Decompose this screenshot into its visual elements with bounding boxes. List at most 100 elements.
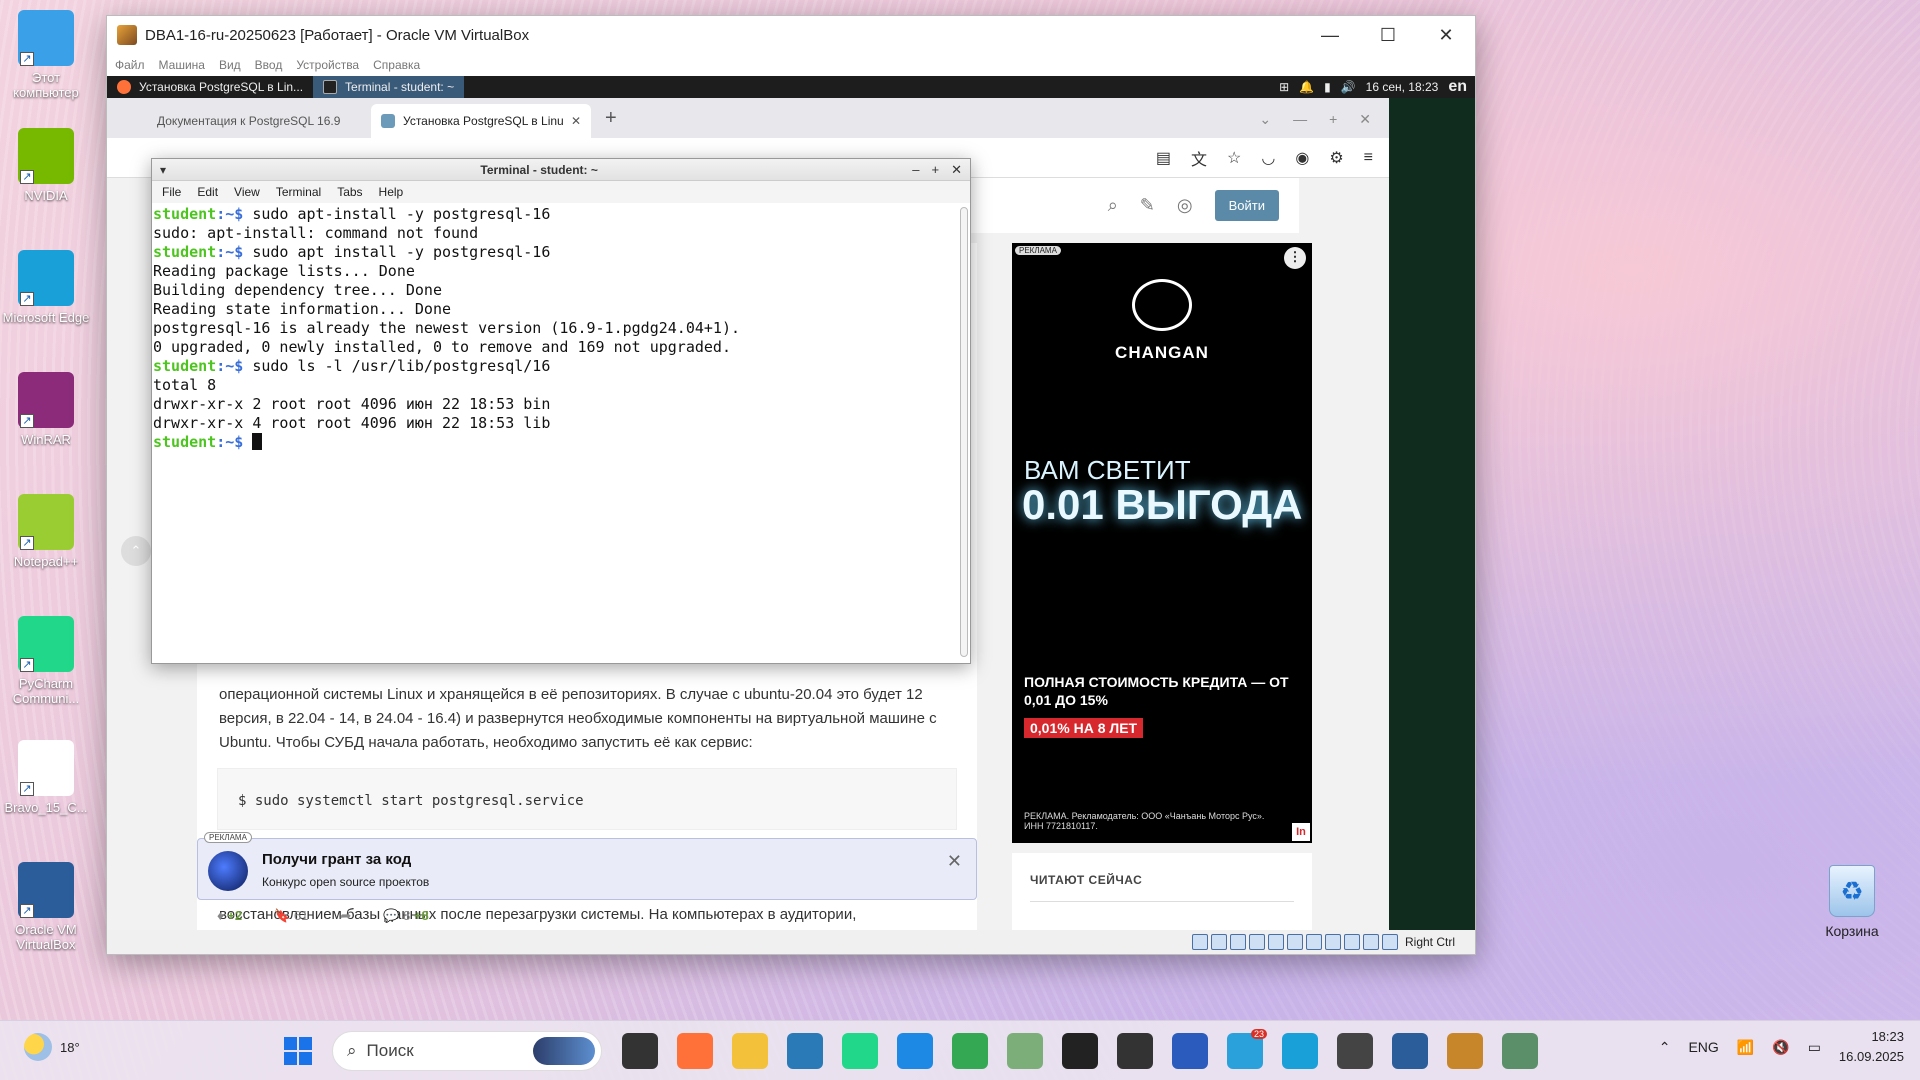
- desktop-icon[interactable]: ↗ Bravo_15_C...: [0, 740, 92, 815]
- vbox-menu-view[interactable]: Вид: [219, 58, 241, 72]
- guest-task-terminal[interactable]: Terminal - student: ~: [313, 76, 465, 98]
- notification-icon[interactable]: 🔔: [1299, 80, 1314, 94]
- translate-icon[interactable]: 文: [1191, 146, 1207, 170]
- task-view-icon[interactable]: [622, 1033, 658, 1069]
- network-adapter-icon[interactable]: [1248, 934, 1265, 950]
- vbox-menu-devices[interactable]: Устройства: [296, 58, 359, 72]
- cmd-icon[interactable]: [1117, 1033, 1153, 1069]
- chrome-icon[interactable]: [952, 1033, 988, 1069]
- firefox-icon[interactable]: [677, 1033, 713, 1069]
- terminal-close-icon[interactable]: ✕: [951, 162, 962, 178]
- comments-counter[interactable]: 💬 8 +8: [383, 908, 429, 924]
- optical-icon[interactable]: [1210, 934, 1227, 950]
- terminal-menu-help[interactable]: Help: [379, 185, 404, 199]
- ff-minimize-icon[interactable]: —: [1293, 111, 1307, 128]
- battery-icon[interactable]: ▭: [1808, 1039, 1821, 1056]
- file-explorer-icon[interactable]: [732, 1033, 768, 1069]
- settings-icon[interactable]: ◎: [1177, 195, 1193, 216]
- tab-postgres-install[interactable]: Установка PostgreSQL в Linu ✕: [371, 104, 591, 138]
- terminal-menu-view[interactable]: View: [234, 185, 260, 199]
- ad-banner[interactable]: РЕКЛАМА Получи грант за код Конкурс open…: [197, 832, 977, 900]
- network-icon[interactable]: ⊞: [1279, 80, 1289, 94]
- start-button[interactable]: [284, 1037, 312, 1065]
- app-icon[interactable]: [1007, 1033, 1043, 1069]
- vbox-menu-help[interactable]: Справка: [373, 58, 420, 72]
- terminal-minimize-icon[interactable]: –: [912, 162, 919, 178]
- new-tab-button[interactable]: +: [595, 107, 627, 138]
- vscode-icon[interactable]: [897, 1033, 933, 1069]
- mouse-integration-icon[interactable]: [1362, 934, 1379, 950]
- powershell-icon[interactable]: [1172, 1033, 1208, 1069]
- app3-icon[interactable]: [1502, 1033, 1538, 1069]
- tab-postgres-docs[interactable]: Документация к PostgreSQL 16.9: [147, 104, 367, 138]
- guest-keyboard-layout[interactable]: en: [1448, 78, 1467, 96]
- terminal-icon[interactable]: [1062, 1033, 1098, 1069]
- usb-icon[interactable]: [1267, 934, 1284, 950]
- virtualbox-icon[interactable]: [1392, 1033, 1428, 1069]
- desktop-icon[interactable]: ↗ Этот компьютер: [0, 10, 92, 100]
- desktop-icon[interactable]: ↗ Oracle VM VirtualBox: [0, 862, 92, 952]
- display-icon[interactable]: [1305, 934, 1322, 950]
- vbox-titlebar[interactable]: DBA1-16-ru-20250623 [Работает] - Oracle …: [107, 16, 1475, 54]
- ff-maximize-icon[interactable]: +: [1329, 111, 1337, 128]
- scroll-up-button[interactable]: ⌃: [121, 536, 151, 566]
- vote-counter[interactable]: ♦ +2: [217, 908, 242, 924]
- cpu-icon[interactable]: [1343, 934, 1360, 950]
- login-button[interactable]: Войти: [1214, 190, 1279, 221]
- keyboard-icon[interactable]: [1381, 934, 1398, 950]
- keyboard-language[interactable]: ENG: [1688, 1039, 1718, 1055]
- terminal-maximize-icon[interactable]: +: [932, 162, 940, 178]
- tab-list-icon[interactable]: ⌄: [1259, 111, 1271, 128]
- desktop-icon[interactable]: ↗ Microsoft Edge: [0, 250, 92, 325]
- terminal-output[interactable]: student:~$ sudo apt-install -y postgresq…: [152, 203, 956, 663]
- terminal-menu-edit[interactable]: Edit: [197, 185, 218, 199]
- sidebar-ad[interactable]: РЕКЛАМА ⋮ CHANGAN ВАМ СВЕТИТ 0.01 ВЫГОДА…: [1012, 243, 1312, 843]
- close-button[interactable]: ✕: [1417, 16, 1475, 54]
- shared-folder-icon[interactable]: [1286, 934, 1303, 950]
- desktop-icon[interactable]: ↗ PyCharm Communi...: [0, 616, 92, 706]
- desktop-icon[interactable]: ↗ WinRAR: [0, 372, 92, 447]
- desktop-icon[interactable]: ↗ Notepad++: [0, 494, 92, 569]
- terminal-scrollbar[interactable]: [960, 207, 968, 657]
- vbox-menu-input[interactable]: Ввод: [255, 58, 283, 72]
- taskbar-search[interactable]: ⌕ Поиск: [332, 1031, 602, 1071]
- photos-icon[interactable]: [787, 1033, 823, 1069]
- pycharm-icon[interactable]: [842, 1033, 878, 1069]
- search-icon[interactable]: ⌕: [1108, 195, 1118, 216]
- terminal-window[interactable]: ▾ Terminal - student: ~ – + ✕ File Edit …: [151, 158, 971, 664]
- bookmark-counter[interactable]: 🔖 61: [274, 908, 308, 924]
- battery-icon[interactable]: ▮: [1324, 80, 1331, 94]
- telegram-icon[interactable]: 23: [1227, 1029, 1267, 1069]
- volume-icon[interactable]: 🔊: [1341, 80, 1356, 94]
- hdd-icon[interactable]: [1191, 934, 1208, 950]
- extensions-icon[interactable]: ⚙: [1329, 148, 1343, 168]
- vbox-machine-icon[interactable]: [1447, 1033, 1483, 1069]
- write-icon[interactable]: ✎: [1140, 195, 1155, 216]
- weather-widget[interactable]: 18°: [24, 1033, 80, 1061]
- terminal-menu-tabs[interactable]: Tabs: [337, 185, 362, 199]
- pocket-icon[interactable]: ◡: [1261, 148, 1275, 168]
- terminal-menu-file[interactable]: File: [162, 185, 181, 199]
- guest-screen[interactable]: Установка PostgreSQL в Lin... Terminal -…: [107, 76, 1475, 932]
- ff-close-icon[interactable]: ✕: [1359, 111, 1371, 128]
- terminal-titlebar[interactable]: ▾ Terminal - student: ~ – + ✕: [152, 159, 970, 181]
- account-icon[interactable]: ◉: [1295, 148, 1309, 168]
- bookmark-star-icon[interactable]: ☆: [1227, 148, 1241, 168]
- recycle-bin[interactable]: ♻ Корзина: [1812, 865, 1892, 939]
- vbox-menu-machine[interactable]: Машина: [159, 58, 205, 72]
- taskbar-clock[interactable]: 18:23 16.09.2025: [1839, 1027, 1904, 1067]
- edge-icon[interactable]: [1282, 1033, 1318, 1069]
- menu-icon[interactable]: ≡: [1364, 149, 1373, 167]
- guest-clock[interactable]: 16 сен, 18:23: [1366, 80, 1439, 94]
- maximize-button[interactable]: ☐: [1359, 16, 1417, 54]
- app2-icon[interactable]: [1337, 1033, 1373, 1069]
- reader-view-icon[interactable]: ▤: [1156, 148, 1171, 168]
- share-icon[interactable]: ➦: [340, 908, 351, 924]
- wifi-icon[interactable]: 📶: [1737, 1039, 1754, 1056]
- recording-icon[interactable]: [1324, 934, 1341, 950]
- ad-options-icon[interactable]: ⋮: [1284, 247, 1306, 269]
- chevron-up-icon[interactable]: ⌃: [1659, 1039, 1671, 1056]
- audio-icon[interactable]: [1229, 934, 1246, 950]
- terminal-menu-terminal[interactable]: Terminal: [276, 185, 321, 199]
- guest-task-firefox[interactable]: Установка PostgreSQL в Lin...: [107, 76, 313, 98]
